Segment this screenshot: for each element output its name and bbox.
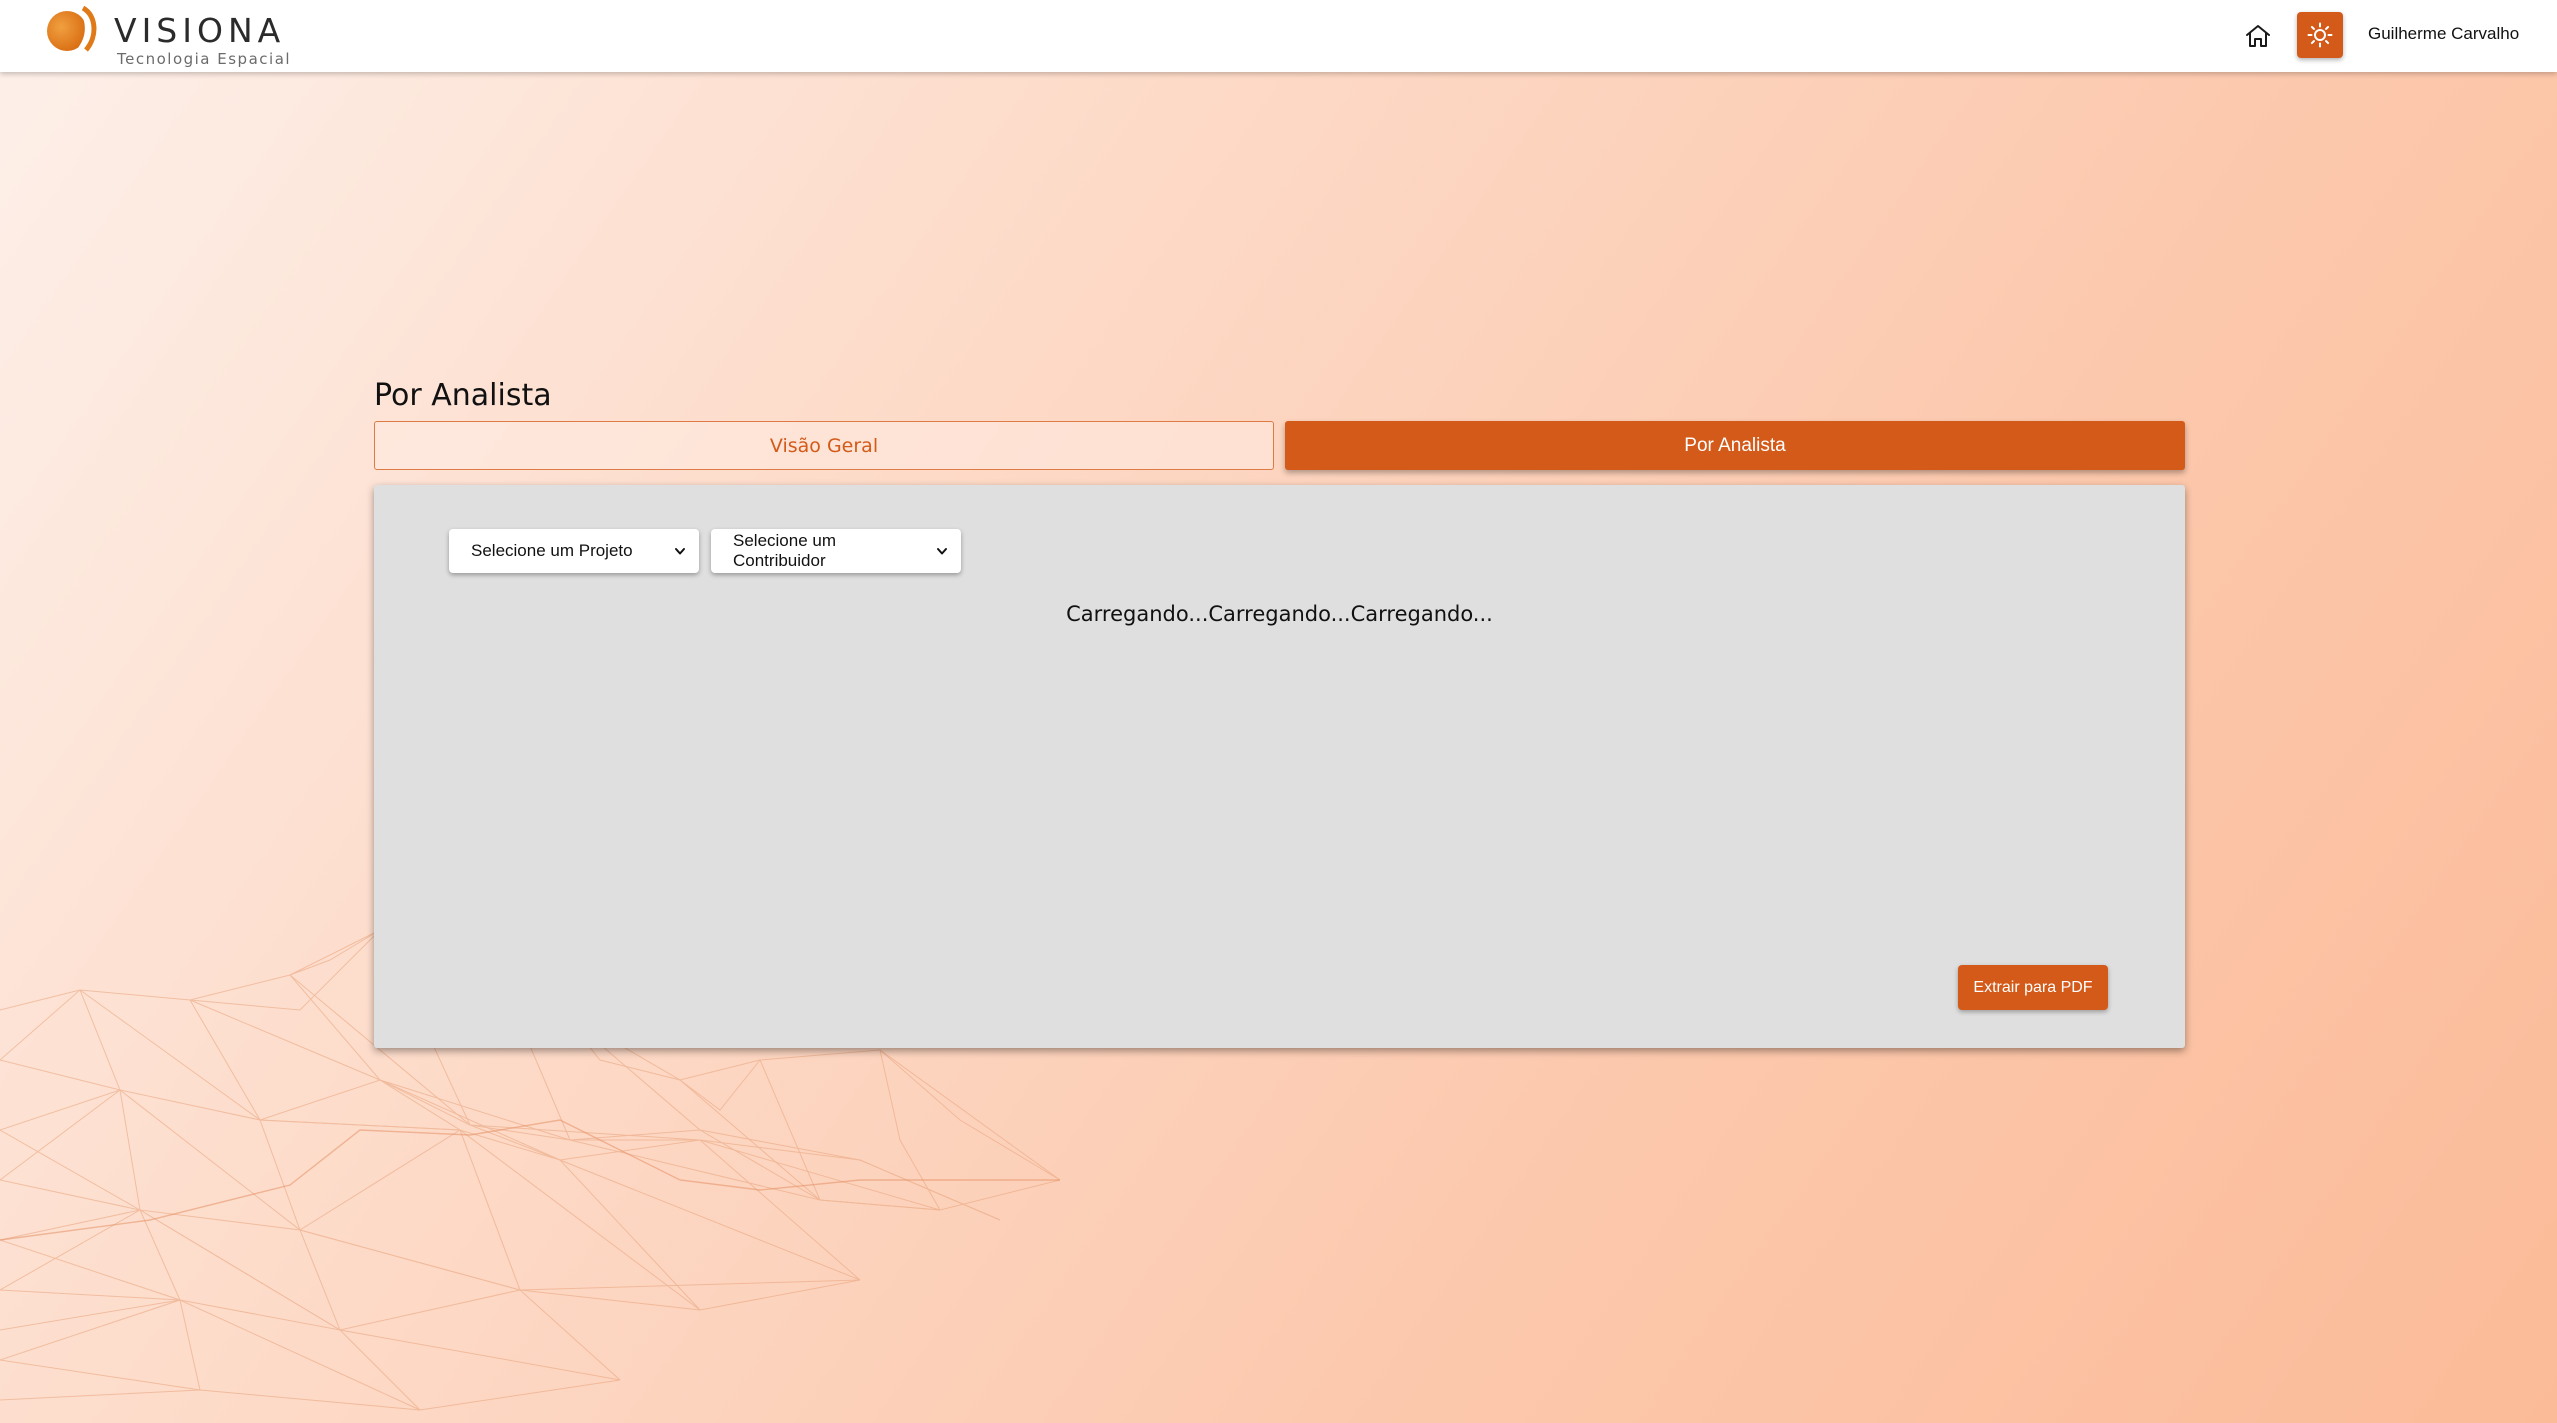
chevron-down-icon xyxy=(937,548,947,555)
content-panel: Selecione um Projeto Selecione um Contri… xyxy=(374,485,2185,1048)
home-icon xyxy=(2246,25,2270,47)
tab-visao-geral[interactable]: Visão Geral xyxy=(374,421,1274,470)
export-pdf-button[interactable]: Extrair para PDF xyxy=(1958,965,2108,1010)
contributor-select[interactable]: Selecione um Contribuidor xyxy=(711,529,961,573)
home-button[interactable] xyxy=(2240,19,2276,53)
loading-message: Carregando...Carregando...Carregando... xyxy=(1066,602,1493,626)
company-logo[interactable]: VISIONA Tecnologia Espacial xyxy=(44,2,290,68)
user-name[interactable]: Guilherme Carvalho xyxy=(2368,24,2519,44)
top-navigation-bar: VISIONA Tecnologia Espacial Guilherme Ca… xyxy=(0,0,2557,72)
logo-wordmark: VISIONA xyxy=(114,11,286,50)
project-select[interactable]: Selecione um Projeto xyxy=(449,529,699,573)
theme-toggle-button[interactable] xyxy=(2297,12,2343,58)
chevron-down-icon xyxy=(675,548,685,555)
contributor-select-value: Selecione um Contribuidor xyxy=(733,531,837,570)
logo-mark-icon xyxy=(47,6,97,52)
tab-label: Por Analista xyxy=(1684,434,1786,456)
tab-por-analista[interactable]: Por Analista xyxy=(1285,421,2185,470)
logo-tagline: Tecnologia Espacial xyxy=(117,50,292,68)
sun-icon xyxy=(2307,22,2333,48)
tab-label: Visão Geral xyxy=(769,434,879,457)
project-select-value: Selecione um Projeto xyxy=(471,541,633,560)
page-title: Por Analista xyxy=(374,378,552,413)
